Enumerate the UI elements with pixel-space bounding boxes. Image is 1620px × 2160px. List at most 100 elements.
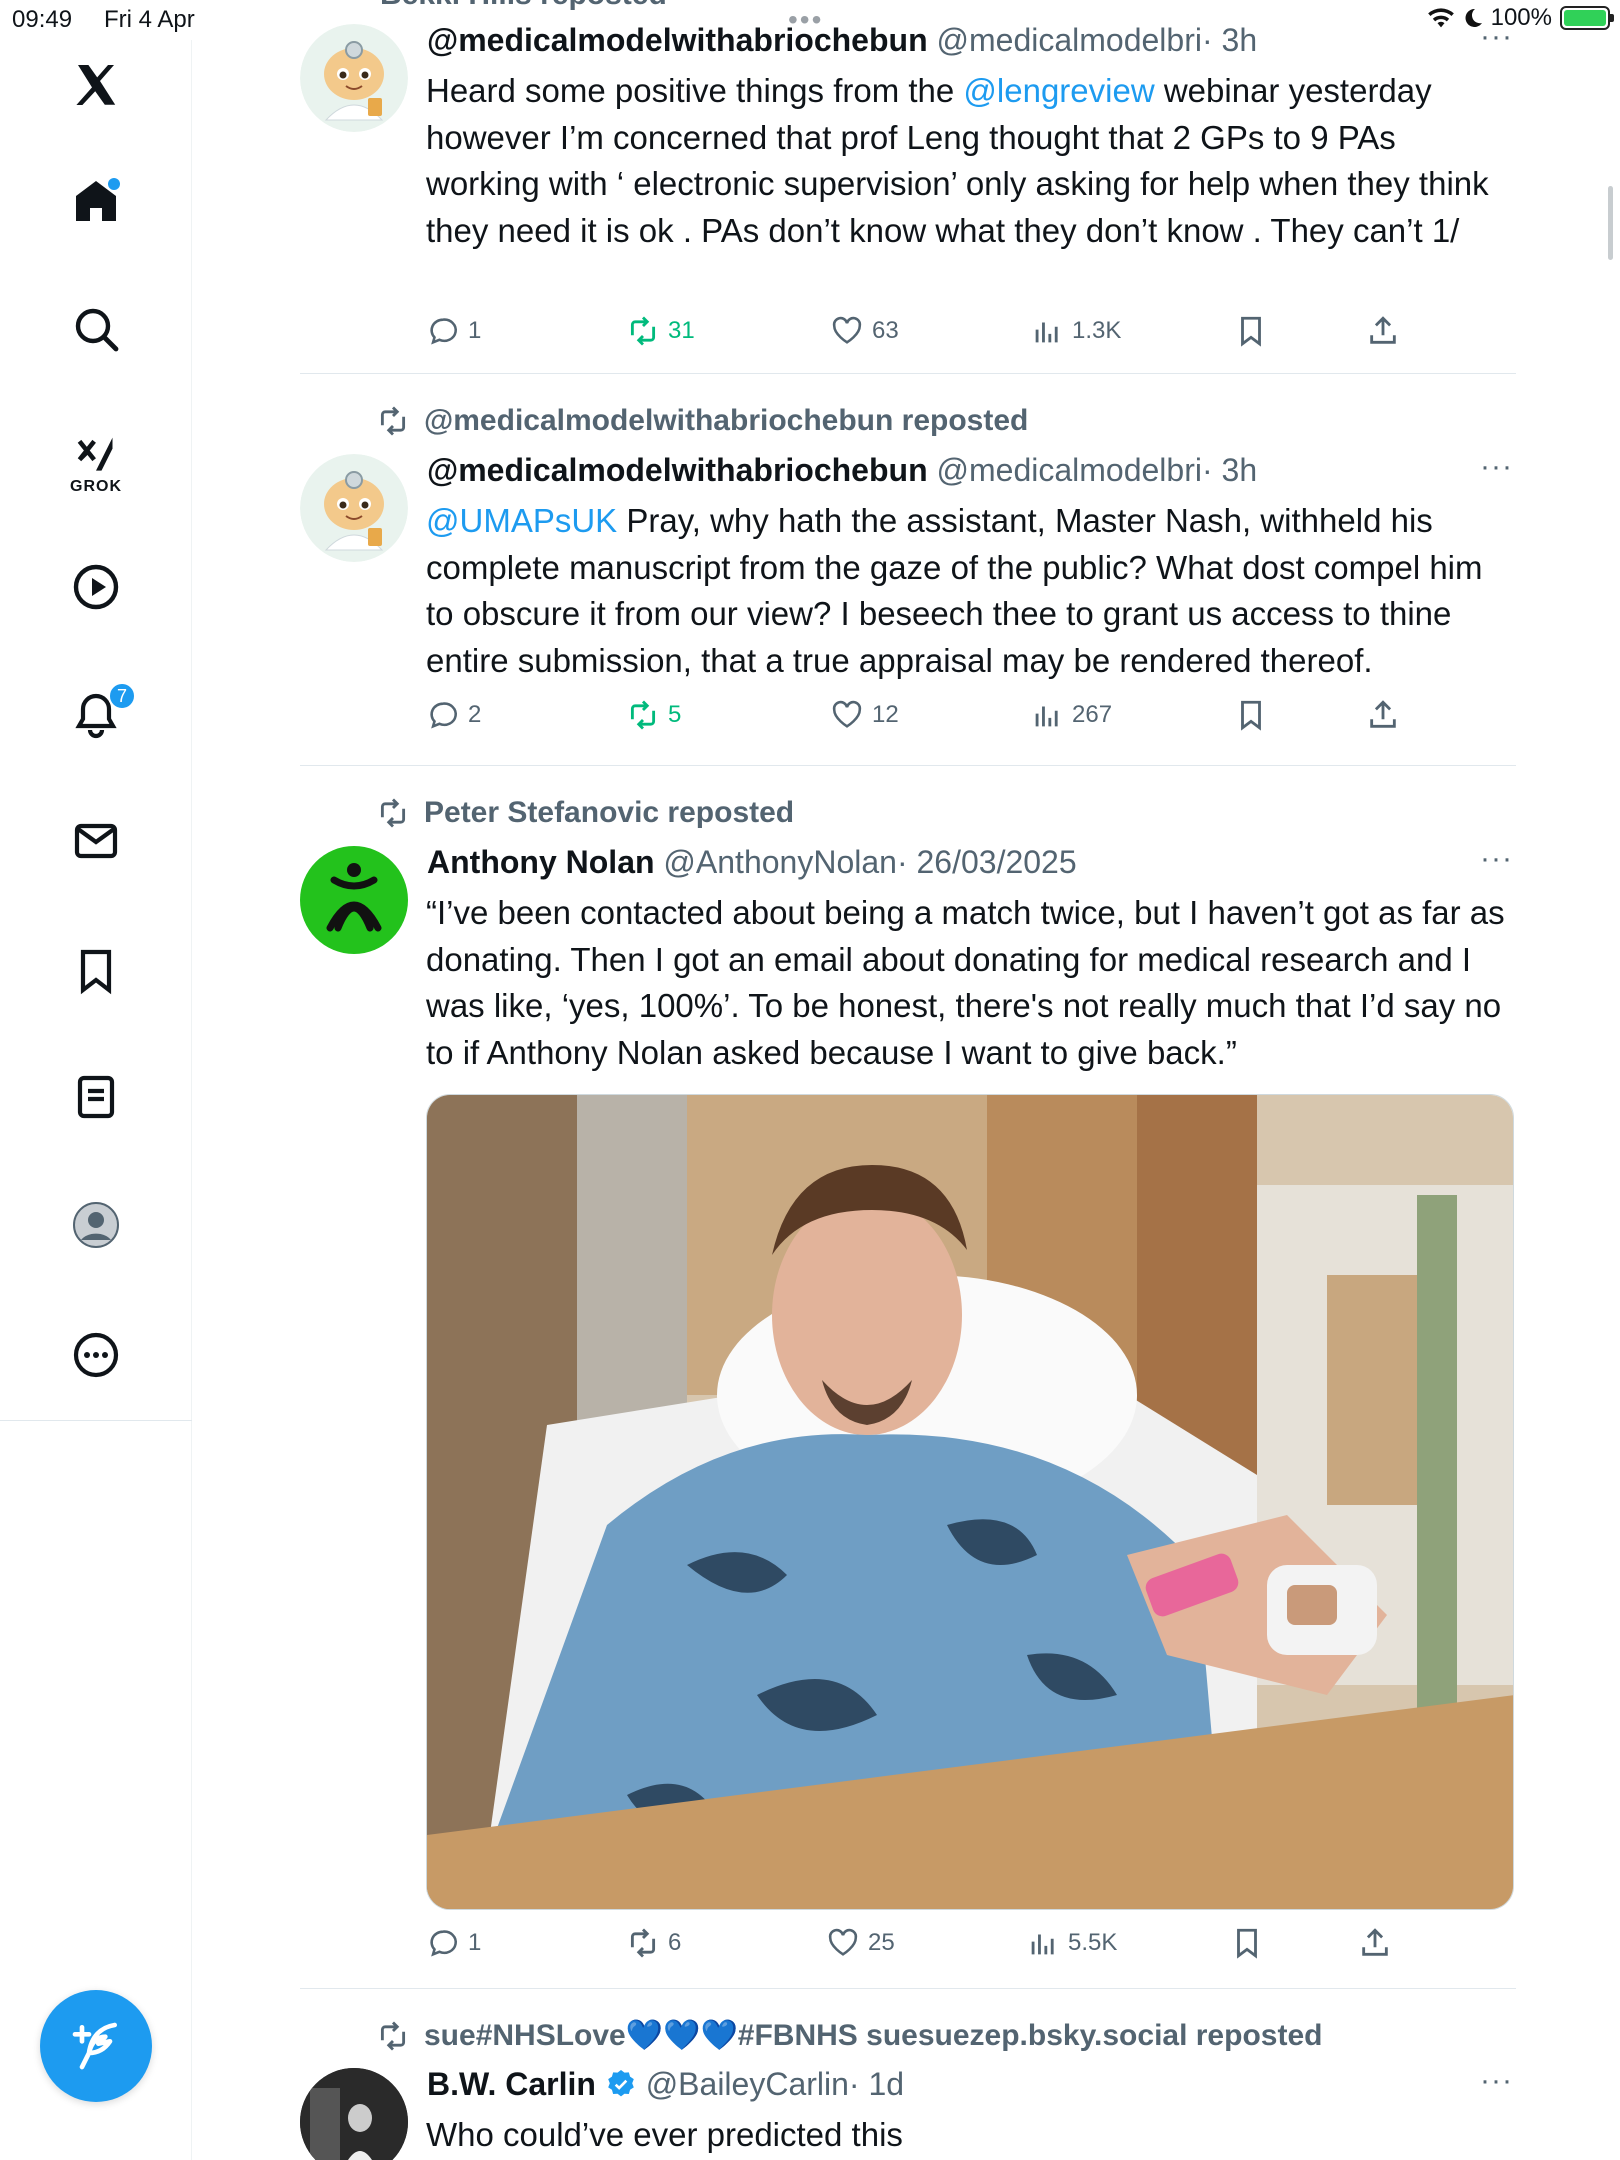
avatar-medicalmodel[interactable] — [300, 454, 408, 562]
views-chart-icon — [1031, 1934, 1054, 1955]
handle[interactable]: @medicalmodelbri — [937, 452, 1202, 488]
nav-messages[interactable] — [0, 796, 192, 886]
repost-button[interactable]: 6 — [626, 1926, 681, 1960]
nav-notifications[interactable]: 7 — [0, 670, 192, 760]
repost-small-icon — [380, 406, 406, 436]
tweet-4-text: Who could’ve ever predicted this — [426, 2116, 903, 2153]
display-name[interactable]: Anthony Nolan — [427, 844, 655, 880]
tweet-4-header: B.W. Carlin @BaileyCarlin· 1d — [427, 2066, 904, 2103]
list-icon — [77, 1075, 115, 1119]
verified-badge-icon — [607, 2070, 634, 2097]
bookmark-icon — [1241, 700, 1261, 731]
x-logo-button[interactable] — [0, 40, 192, 130]
repost-small-icon — [380, 2021, 406, 2050]
tweet-divider — [300, 373, 1516, 374]
like-button[interactable]: 25 — [826, 1926, 895, 1960]
grok-label: GROK — [70, 478, 122, 495]
handle[interactable]: @medicalmodelbri — [937, 22, 1202, 58]
tweet-3-actions: 1 6 25 5.5K — [426, 1926, 1426, 1966]
share-button[interactable] — [1366, 314, 1400, 348]
profile-avatar-icon — [73, 1202, 119, 1248]
bookmark-button[interactable] — [1234, 314, 1268, 348]
views-button[interactable]: 267 — [1030, 698, 1112, 732]
tweet-divider — [300, 1988, 1516, 1989]
heart-icon — [832, 700, 862, 728]
timestamp[interactable]: · 1d — [849, 2066, 904, 2102]
tweet-2-text: @UMAPsUK Pray, why hath the assistant, M… — [426, 502, 1483, 679]
nav-videos[interactable] — [0, 542, 192, 632]
repost-button[interactable]: 31 — [626, 314, 695, 348]
repost-icon — [630, 1928, 656, 1958]
tweet-photo[interactable] — [426, 1094, 1514, 1910]
feather-plus-icon — [72, 2022, 117, 2070]
cartoon-doctor-avatar-icon — [300, 24, 408, 132]
reply-button[interactable]: 1 — [426, 314, 481, 348]
views-chart-icon — [1035, 322, 1058, 343]
tweet-1-header: @medicalmodelwithabriochebun @medicalmod… — [427, 22, 1257, 59]
timestamp[interactable]: · 3h — [1202, 452, 1257, 488]
repost-button[interactable]: 5 — [626, 698, 681, 732]
more-options-icon[interactable]: ··· — [1480, 450, 1513, 484]
tweet-1-text: Heard some positive things from the @len… — [426, 72, 1489, 249]
more-circle-icon — [73, 1332, 119, 1378]
repost-header: @medicalmodelwithabriochebun reposted — [376, 404, 1028, 438]
share-button[interactable] — [1366, 698, 1400, 732]
reply-button[interactable]: 2 — [426, 698, 481, 732]
share-icon — [1370, 316, 1396, 344]
more-options-icon[interactable]: ··· — [1480, 2064, 1513, 2098]
scrollbar-thumb[interactable] — [1608, 186, 1613, 260]
tweet-divider — [300, 765, 1516, 766]
bookmark-button[interactable] — [1230, 1926, 1264, 1960]
timestamp[interactable]: · 3h — [1202, 22, 1257, 58]
handle[interactable]: @AnthonyNolan — [663, 844, 897, 880]
bookmark-button[interactable] — [1234, 698, 1268, 732]
display-name[interactable]: B.W. Carlin — [427, 2066, 596, 2102]
anthony-nolan-logo-icon — [326, 863, 382, 932]
repost-icon — [630, 700, 656, 730]
views-button[interactable]: 1.3K — [1030, 314, 1121, 348]
nav-lists[interactable] — [0, 1052, 192, 1142]
tweet-3-header: Anthony Nolan @AnthonyNolan· 26/03/2025 — [427, 844, 1077, 881]
avatar-anthony-nolan[interactable] — [300, 846, 408, 954]
battery-icon — [1560, 6, 1614, 30]
views-button[interactable]: 5.5K — [1026, 1926, 1117, 1960]
avatar-medicalmodel[interactable] — [300, 24, 408, 132]
reply-button[interactable]: 1 — [426, 1926, 481, 1960]
mention-link[interactable]: @UMAPsUK — [426, 502, 617, 539]
repost-small-icon — [380, 798, 406, 828]
nav-bookmarks[interactable] — [0, 926, 192, 1016]
home-unread-dot — [108, 178, 120, 190]
share-button[interactable] — [1358, 1926, 1392, 1960]
compose-post-button[interactable] — [40, 1990, 152, 2102]
nav-grok[interactable]: GROK — [0, 420, 192, 510]
bookmark-icon — [1241, 316, 1261, 347]
notifications-badge: 7 — [108, 682, 136, 710]
like-button[interactable]: 63 — [830, 314, 899, 348]
timestamp[interactable]: · 26/03/2025 — [897, 844, 1077, 880]
display-name[interactable]: @medicalmodelwithabriochebun — [427, 452, 928, 488]
nav-search[interactable] — [0, 284, 192, 374]
repost-header: Peter Stefanovic reposted — [376, 796, 794, 830]
search-icon — [75, 308, 119, 352]
handle[interactable]: @BaileyCarlin — [646, 2066, 849, 2102]
play-icon — [73, 564, 119, 610]
share-icon — [1362, 1928, 1388, 1956]
cartoon-doctor-avatar-icon — [300, 454, 408, 562]
more-options-icon[interactable]: ··· — [1480, 20, 1513, 54]
like-button[interactable]: 12 — [830, 698, 899, 732]
tweet-2-header: @medicalmodelwithabriochebun @medicalmod… — [427, 452, 1257, 489]
mention-link[interactable]: @lengreview — [963, 72, 1154, 109]
nav-profile[interactable] — [0, 1180, 192, 1270]
nav-more[interactable] — [0, 1310, 192, 1400]
x-logo-icon — [76, 65, 116, 105]
repost-header-partial: Bekki Hills reposted — [380, 0, 667, 12]
avatar-bw-carlin[interactable] — [300, 2068, 408, 2160]
nav-home[interactable] — [0, 156, 192, 246]
display-name[interactable]: @medicalmodelwithabriochebun — [427, 22, 928, 58]
tweet-3-text: “I’ve been contacted about being a match… — [426, 894, 1505, 1071]
reply-icon — [430, 1930, 457, 1957]
bookmark-icon — [1237, 1928, 1257, 1959]
mail-icon — [74, 823, 118, 859]
views-chart-icon — [1035, 706, 1058, 727]
more-options-icon[interactable]: ··· — [1480, 842, 1513, 876]
